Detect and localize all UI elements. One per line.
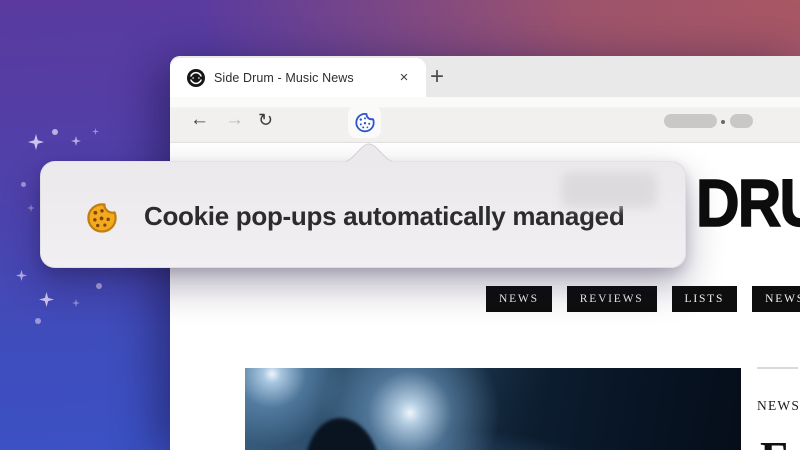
sparkle-icon [72, 299, 80, 307]
tooltip-pointer [340, 143, 398, 163]
toolbar-placeholder-pill[interactable] [664, 114, 717, 128]
sparkle-dot-icon [96, 283, 102, 289]
cookie-icon [83, 198, 121, 236]
forward-button[interactable]: → [225, 110, 244, 130]
sparkle-icon [16, 270, 27, 281]
toolbar-dot [721, 120, 725, 124]
browser-tab[interactable]: Side Drum - Music News × [170, 58, 426, 97]
sparkle-dot-icon [21, 182, 26, 187]
sidebar-divider [757, 367, 798, 369]
sparkle-icon [27, 204, 35, 212]
tooltip-message: Cookie pop-ups automatically managed [144, 201, 624, 232]
cookie-tooltip: Cookie pop-ups automatically managed [40, 161, 686, 268]
nav-item-reviews[interactable]: REVIEWS [567, 286, 657, 312]
tab-bar: Side Drum - Music News × + [170, 56, 800, 97]
site-masthead[interactable]: DRUM [696, 170, 800, 237]
tab-title: Side Drum - Music News [214, 71, 394, 85]
cookie-blocker-icon [353, 110, 377, 134]
site-navigation: NEWS REVIEWS LISTS NEWSLETTER [486, 286, 800, 312]
tab-close-icon[interactable]: × [394, 68, 414, 88]
sparkle-dot-icon [52, 129, 58, 135]
sparkle-icon [28, 134, 44, 150]
blurred-page-element [561, 172, 657, 208]
new-tab-button[interactable]: + [419, 60, 455, 94]
performer-silhouette [305, 418, 381, 450]
toolbar-placeholder-pill[interactable] [730, 114, 753, 128]
sidebar-article-dropcap: F [760, 435, 788, 450]
sparkle-icon [39, 292, 54, 307]
sparkle-dot-icon [35, 318, 41, 324]
reload-button[interactable]: ↻ [258, 110, 273, 130]
sidebar-section-heading: NEWS [757, 398, 800, 414]
nav-item-newsletter[interactable]: NEWSLETTER [752, 286, 800, 312]
article-hero-image [245, 368, 741, 450]
sparkle-icon [92, 128, 99, 135]
nav-item-lists[interactable]: LISTS [672, 286, 738, 312]
sparkle-icon [71, 136, 81, 146]
back-button[interactable]: ← [190, 110, 209, 130]
browser-toolbar: ← → ↻ [170, 97, 800, 143]
nav-item-news[interactable]: NEWS [486, 286, 552, 312]
site-favicon-icon [187, 69, 205, 87]
cookie-badge-button[interactable] [348, 106, 381, 138]
